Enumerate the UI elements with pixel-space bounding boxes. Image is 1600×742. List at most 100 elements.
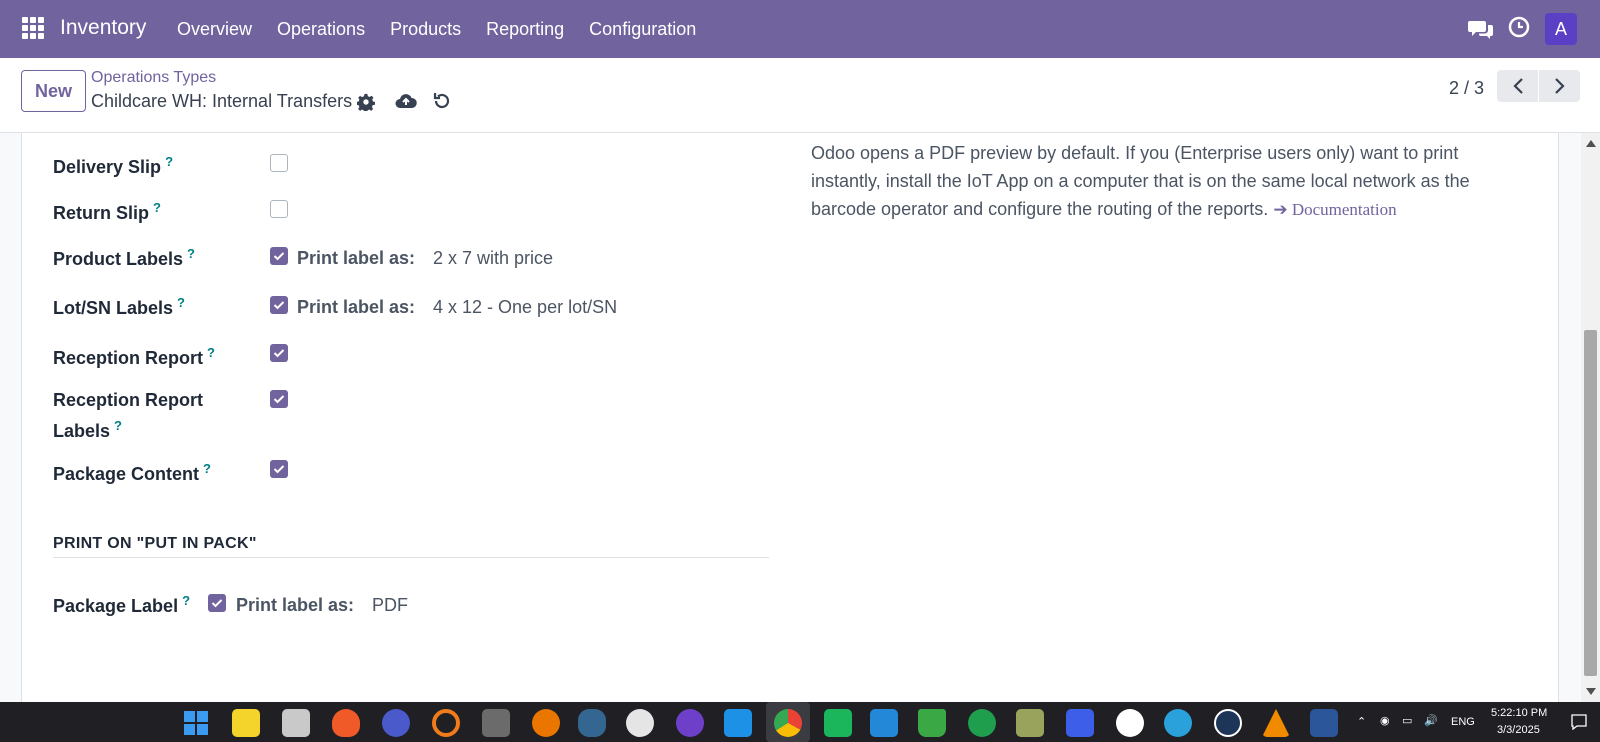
print-help-text: Odoo opens a PDF preview by default. If … [811,139,1511,224]
taskbar-date[interactable]: 3/3/2025 [1497,724,1540,736]
apps-grid-icon[interactable] [22,17,44,39]
scrollbar-thumb[interactable] [1584,330,1597,676]
check-icon [273,349,285,358]
pager-value[interactable]: 2 / 3 [1449,78,1484,99]
label-text: Product Labels [53,249,184,269]
control-panel: New Operations Types Childcare WH: Inter… [0,58,1600,133]
section-title-put-in-pack: PRINT ON "PUT IN PACK" [53,535,257,552]
checkbox-reception-report[interactable] [270,344,288,362]
green-pipe-icon[interactable] [918,709,946,737]
scroll-up-arrow-icon[interactable] [1586,140,1596,147]
gear-icon[interactable] [357,93,375,111]
undo-icon[interactable] [432,91,452,111]
app-name[interactable]: Inventory [60,16,146,40]
game-app-icon[interactable] [1016,709,1044,737]
check-icon [211,599,223,608]
gear-app-icon[interactable] [968,709,996,737]
label-text: Delivery Slip [53,157,162,177]
network-app-icon[interactable] [382,709,410,737]
help-tooltip-icon[interactable]: ? [182,593,190,608]
word-icon[interactable] [1310,709,1338,737]
product-label-format-select[interactable]: 2 x 7 with price [433,248,553,269]
menu-reporting[interactable]: Reporting [486,19,564,40]
menu-products[interactable]: Products [390,19,461,40]
new-button[interactable]: New [21,70,86,112]
package-label-format-select[interactable]: PDF [372,595,408,616]
main-menu: Overview Operations Products Reporting C… [177,19,721,40]
field-label-package-label: Package Label? [53,588,190,619]
section-divider [53,557,769,558]
label-text: Lot/SN Labels [53,298,174,318]
help-tooltip-icon[interactable]: ? [114,418,122,433]
checkbox-delivery-slip[interactable] [270,154,288,172]
pager-next-button[interactable] [1539,70,1580,102]
help-tooltip-icon[interactable]: ? [177,295,185,310]
checkbox-package-label[interactable] [208,594,226,612]
help-tooltip-icon[interactable]: ? [203,461,211,476]
help-tooltip-icon[interactable]: ? [165,154,173,169]
windows-start-icon[interactable] [182,709,210,737]
screenshot-app-icon[interactable] [824,709,852,737]
pager-previous-button[interactable] [1497,70,1538,102]
breadcrumb-operations-types[interactable]: Operations Types [91,69,216,87]
whatsapp-icon[interactable] [1116,709,1144,737]
wappler-icon[interactable] [1214,709,1242,737]
user-avatar[interactable]: A [1545,13,1577,45]
checkbox-return-slip[interactable] [270,200,288,218]
search-app-icon[interactable] [432,709,460,737]
language-indicator[interactable]: ENG [1451,716,1475,728]
checkbox-package-content[interactable] [270,460,288,478]
help-tooltip-icon[interactable]: ? [187,246,195,261]
globe-icon[interactable]: ◉ [1380,714,1390,727]
menu-overview[interactable]: Overview [177,19,252,40]
chat-icon[interactable] [1468,18,1494,40]
print-label-as: Print label as: [236,595,355,615]
clock-icon[interactable] [1508,16,1530,38]
scroll-down-arrow-icon[interactable] [1586,688,1596,695]
github-icon[interactable] [676,709,704,737]
menu-operations[interactable]: Operations [277,19,365,40]
print-label-as: Print label as: [297,297,416,317]
fire-app-icon[interactable] [332,709,360,737]
documentation-link[interactable]: ➔ Documentation [1273,200,1396,219]
checkbox-reception-report-labels[interactable] [270,390,288,408]
postgresql-icon[interactable] [578,709,606,737]
tray-chevron-up-icon[interactable]: ⌃ [1357,715,1366,728]
field-label-reception-report: Reception Report? [53,340,215,371]
label-text: Package Label [53,596,179,616]
documentation-link-label: Documentation [1291,200,1397,219]
field-label-return-slip: Return Slip? [53,195,161,226]
vscode-icon[interactable] [870,709,898,737]
gimp-icon[interactable] [482,709,510,737]
search-icon[interactable] [626,709,654,737]
help-tooltip-icon[interactable]: ? [207,345,215,360]
grid-app-icon[interactable] [1066,709,1094,737]
lot-label-format-select[interactable]: 4 x 12 - One per lot/SN [433,297,617,318]
field-label-delivery-slip: Delivery Slip? [53,149,173,180]
arrow-right-icon: ➔ [1273,200,1288,219]
docker-icon[interactable] [724,709,752,737]
speaker-icon[interactable]: 🔊 [1424,714,1438,727]
sticky-notes-icon[interactable] [232,709,260,737]
file-manager-icon[interactable] [282,709,310,737]
label-text-line1: Reception Report [53,390,204,410]
field-label-lot-sn-labels: Lot/SN Labels? [53,290,185,321]
form-view: Delivery Slip? Return Slip? Product Labe… [0,133,1600,702]
chrome-icon[interactable] [774,709,802,737]
checkbox-lot-sn-labels[interactable] [270,296,288,314]
record-title: Childcare WH: Internal Transfers [91,91,353,111]
top-navbar: Inventory Overview Operations Products R… [0,0,1600,58]
help-tooltip-icon[interactable]: ? [153,200,161,215]
check-icon [273,252,285,261]
vertical-scrollbar[interactable] [1581,133,1600,702]
notification-icon[interactable] [1571,714,1587,730]
cloud-upload-icon[interactable] [395,91,417,111]
menu-configuration[interactable]: Configuration [589,19,696,40]
blender-icon[interactable] [532,709,560,737]
telegram-icon[interactable] [1164,709,1192,737]
print-label-as: Print label as: [297,248,416,268]
checkbox-product-labels[interactable] [270,247,288,265]
vlc-icon[interactable] [1262,709,1290,737]
battery-icon[interactable]: ▭ [1402,714,1412,727]
taskbar-time[interactable]: 5:22:10 PM [1491,707,1547,719]
